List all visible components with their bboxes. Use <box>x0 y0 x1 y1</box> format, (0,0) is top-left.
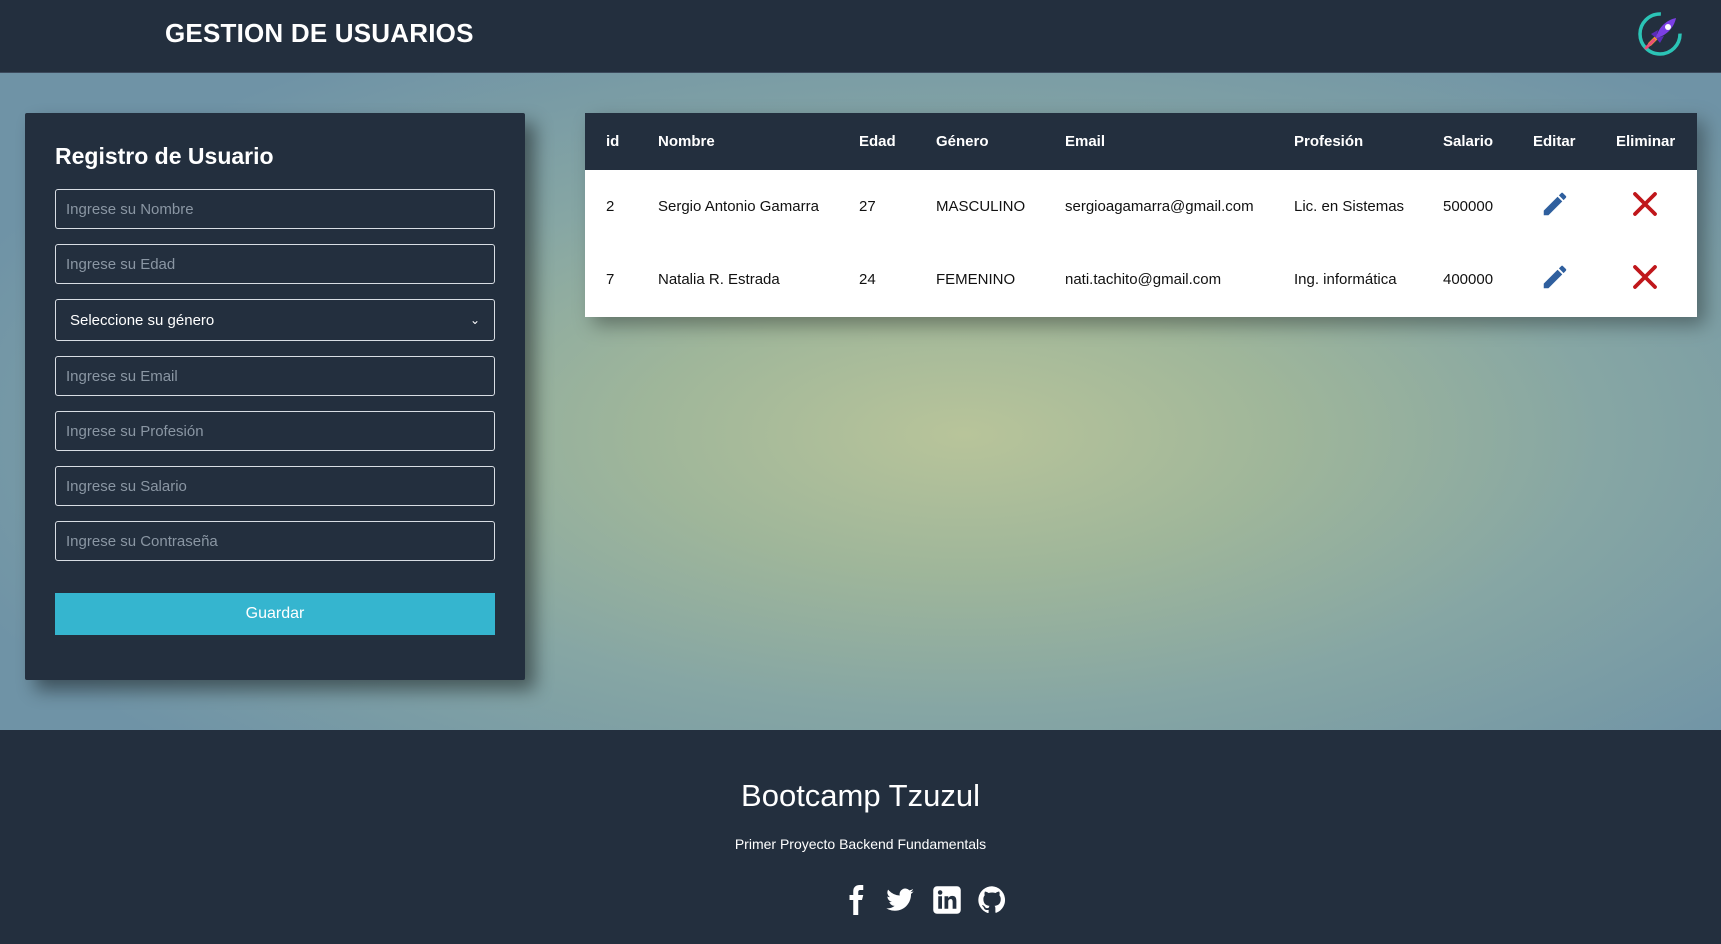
top-navbar: GESTION DE USUARIOS <box>0 0 1721 73</box>
facebook-icon[interactable] <box>842 885 872 915</box>
footer: Bootcamp Tzuzul Primer Proyecto Backend … <box>0 730 1721 944</box>
cell-genero: MASCULINO <box>936 198 1026 215</box>
cell-salario: 500000 <box>1443 198 1494 215</box>
twitter-icon[interactable] <box>885 885 915 915</box>
close-x-icon[interactable] <box>1630 189 1660 219</box>
edad-input[interactable] <box>55 244 495 284</box>
cell-profesion: Lic. en Sistemas <box>1294 198 1405 215</box>
cell-id: 2 <box>606 198 615 215</box>
pencil-icon[interactable] <box>1540 189 1570 219</box>
email-input[interactable] <box>55 356 495 396</box>
linkedin-icon[interactable] <box>932 885 962 915</box>
column-header-id: id <box>606 133 620 150</box>
column-header-editar: Editar <box>1533 133 1576 150</box>
page-title: GESTION DE USUARIOS <box>165 18 474 48</box>
nombre-input[interactable] <box>55 189 495 229</box>
profesion-input[interactable] <box>55 411 495 451</box>
close-x-icon[interactable] <box>1630 262 1660 292</box>
user-registration-form: Registro de Usuario Seleccione su género… <box>25 113 525 680</box>
genero-select-value: Seleccione su género <box>70 311 215 329</box>
cell-profesion: Ing. informática <box>1294 271 1397 288</box>
cell-id: 7 <box>606 271 615 288</box>
footer-subtitle: Primer Proyecto Backend Fundamentals <box>734 836 987 852</box>
table-row: 7 Natalia R. Estrada 24 FEMENINO nati.ta… <box>585 243 1697 316</box>
cell-genero: FEMENINO <box>936 271 1016 288</box>
pencil-icon[interactable] <box>1540 262 1570 292</box>
column-header-edad: Edad <box>859 133 896 150</box>
cell-edad: 27 <box>859 198 876 215</box>
table-row: 2 Sergio Antonio Gamarra 27 MASCULINO se… <box>585 170 1697 243</box>
users-table: id Nombre Edad Género Email Profesión Sa… <box>585 113 1697 317</box>
rocket-logo-icon[interactable] <box>1636 10 1684 58</box>
footer-title: Bootcamp Tzuzul <box>741 778 980 813</box>
salario-input[interactable] <box>55 466 495 506</box>
cell-nombre: Sergio Antonio Gamarra <box>658 198 819 215</box>
form-title: Registro de Usuario <box>55 143 274 169</box>
password-input[interactable] <box>55 521 495 561</box>
chevron-down-icon: ⌄ <box>469 313 480 327</box>
main-content: Registro de Usuario Seleccione su género… <box>0 73 1721 730</box>
genero-select[interactable]: Seleccione su género ⌄ <box>55 299 495 341</box>
column-header-nombre: Nombre <box>658 133 715 150</box>
column-header-profesion: Profesión <box>1294 133 1364 150</box>
column-header-eliminar: Eliminar <box>1616 133 1676 150</box>
table-header: id Nombre Edad Género Email Profesión Sa… <box>585 113 1697 170</box>
cell-edad: 24 <box>859 271 876 288</box>
save-button[interactable]: Guardar <box>55 593 495 635</box>
column-header-email: Email <box>1065 133 1106 150</box>
cell-salario: 400000 <box>1443 271 1494 288</box>
column-header-salario: Salario <box>1443 133 1494 150</box>
cell-email: nati.tachito@gmail.com <box>1065 271 1222 288</box>
column-header-genero: Género <box>936 133 989 150</box>
github-icon[interactable] <box>977 885 1007 915</box>
cell-email: sergioagamarra@gmail.com <box>1065 198 1254 215</box>
cell-nombre: Natalia R. Estrada <box>658 271 780 288</box>
